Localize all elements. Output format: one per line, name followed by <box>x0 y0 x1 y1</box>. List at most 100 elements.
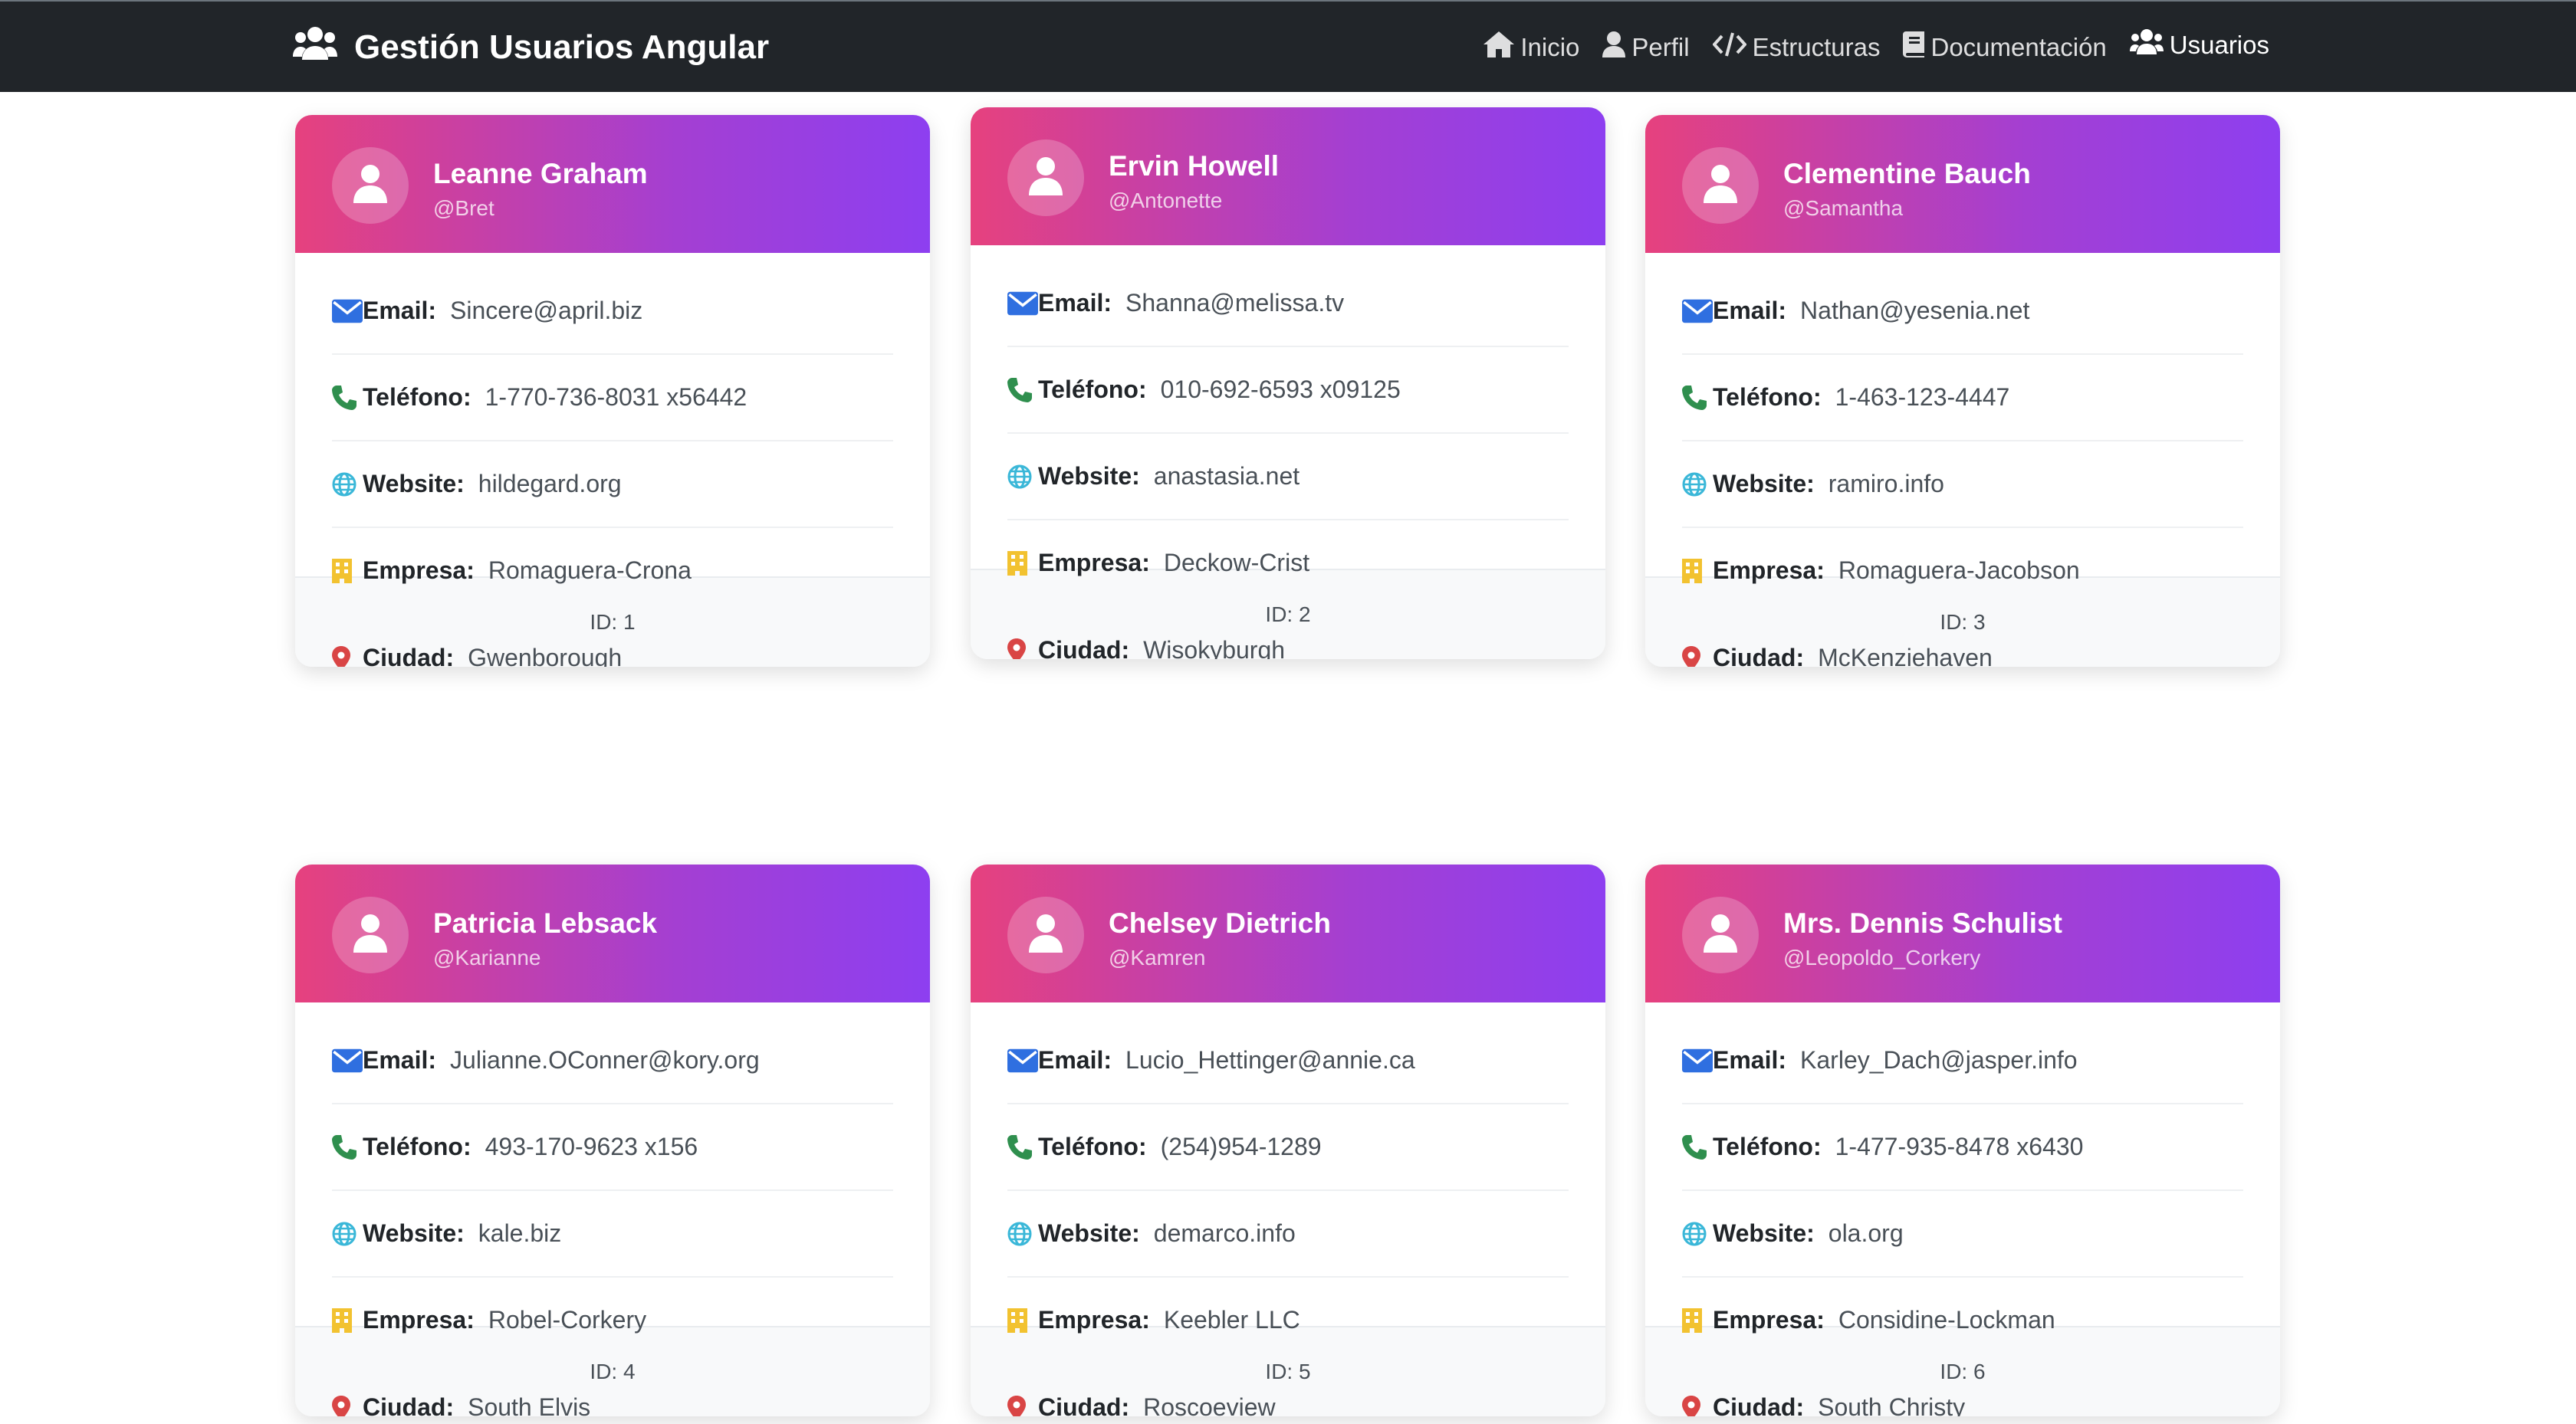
email-value[interactable]: Karley_Dach@jasper.info <box>1800 1046 2078 1075</box>
globe-icon <box>1007 1222 1038 1246</box>
email-label: Email: <box>363 297 437 324</box>
envelope-icon <box>1682 299 1713 323</box>
user-id: ID: 4 <box>590 1360 636 1383</box>
user-icon <box>1029 914 1063 956</box>
user-card: Ervin Howell @Antonette Email: Shanna@me… <box>971 107 1605 659</box>
website-label: Website: <box>1038 1219 1140 1247</box>
email-row: Email: Shanna@melissa.tv <box>1007 261 1569 347</box>
user-card: Mrs. Dennis Schulist @Leopoldo_Corkery E… <box>1645 865 2280 1416</box>
email-label: Email: <box>1038 1046 1112 1074</box>
phone-icon <box>1007 1134 1038 1160</box>
email-label: Email: <box>363 1046 437 1074</box>
phone-icon <box>1007 377 1038 402</box>
phone-value[interactable]: (254)954-1289 <box>1161 1133 1322 1161</box>
brand[interactable]: Gestión Usuarios Angular <box>293 25 769 71</box>
card-body: Email: Lucio_Hettinger@annie.ca Teléfono… <box>971 1002 1605 1416</box>
company-value: Deckow-Crist <box>1163 549 1310 576</box>
card-header: Mrs. Dennis Schulist @Leopoldo_Corkery <box>1645 865 2280 1002</box>
user-name: Chelsey Dietrich <box>1109 907 1331 939</box>
email-label: Email: <box>1713 297 1787 324</box>
card-header: Clementine Bauch @Samantha <box>1645 115 2280 253</box>
building-icon <box>1682 1308 1713 1333</box>
phone-value[interactable]: 1-770-736-8031 x56442 <box>485 383 748 412</box>
user-handle: @Karianne <box>433 946 541 970</box>
card-header: Ervin Howell @Antonette <box>971 107 1605 245</box>
website-value[interactable]: ramiro.info <box>1829 470 1944 498</box>
city-label: Ciudad: <box>1713 644 1805 667</box>
users-icon <box>293 26 337 70</box>
email-value[interactable]: Julianne.OConner@kory.org <box>450 1046 760 1075</box>
map-pin-icon <box>1007 1395 1038 1416</box>
building-icon <box>1007 1308 1038 1333</box>
phone-icon <box>332 1134 363 1160</box>
phone-value[interactable]: 493-170-9623 x156 <box>485 1133 698 1161</box>
phone-value[interactable]: 1-477-935-8478 x6430 <box>1835 1133 2084 1161</box>
avatar <box>1682 147 1759 224</box>
email-value[interactable]: Nathan@yesenia.net <box>1800 297 2029 325</box>
website-label: Website: <box>1713 1219 1815 1247</box>
email-value[interactable]: Sincere@april.biz <box>450 297 642 325</box>
phone-row: Teléfono: 1-477-935-8478 x6430 <box>1682 1104 2243 1191</box>
company-label: Empresa: <box>1713 556 1825 584</box>
nav-link-label: Inicio <box>1520 33 1580 61</box>
nav-link-usuarios[interactable]: Usuarios <box>2129 29 2269 61</box>
user-handle: @Samantha <box>1783 196 1904 220</box>
avatar <box>332 897 409 973</box>
user-icon <box>1602 31 1626 64</box>
map-pin-icon <box>1682 1395 1713 1416</box>
top-navbar: Gestión Usuarios Angular Inicio Perfil E… <box>0 0 2576 92</box>
nav-link-label: Perfil <box>1631 33 1690 61</box>
email-value[interactable]: Lucio_Hettinger@annie.ca <box>1125 1046 1415 1075</box>
map-pin-icon <box>332 1395 363 1416</box>
company-value: Romaguera-Crona <box>488 556 692 584</box>
phone-icon <box>1682 1134 1713 1160</box>
nav-link-perfil[interactable]: Perfil <box>1602 31 1690 64</box>
envelope-icon <box>1007 1048 1038 1073</box>
user-name: Mrs. Dennis Schulist <box>1783 907 2062 939</box>
building-icon <box>1007 550 1038 576</box>
nav-link-estructuras[interactable]: Estructuras <box>1711 31 1880 64</box>
phone-icon <box>332 385 363 410</box>
user-id: ID: 1 <box>590 610 636 634</box>
building-icon <box>332 1308 363 1333</box>
website-label: Website: <box>363 1219 465 1247</box>
user-name: Ervin Howell <box>1109 150 1280 182</box>
email-value[interactable]: Shanna@melissa.tv <box>1125 289 1344 317</box>
website-value[interactable]: anastasia.net <box>1154 462 1300 491</box>
envelope-icon <box>1682 1048 1713 1073</box>
brand-title: Gestión Usuarios Angular <box>354 28 770 66</box>
card-header: Chelsey Dietrich @Kamren <box>971 865 1605 1002</box>
user-handle: @Antonette <box>1109 189 1223 212</box>
avatar <box>1007 139 1084 216</box>
city-value: McKenziehaven <box>1818 644 1993 667</box>
city-value: Roscoeview <box>1143 1393 1276 1416</box>
book-icon <box>1903 31 1925 64</box>
users-icon <box>2129 29 2164 61</box>
company-value: Robel-Corkery <box>488 1306 647 1334</box>
website-value[interactable]: kale.biz <box>478 1219 562 1248</box>
website-row: Website: ola.org <box>1682 1191 2243 1278</box>
user-icon <box>353 164 387 207</box>
company-label: Empresa: <box>1038 549 1150 576</box>
map-pin-icon <box>1682 645 1713 667</box>
globe-icon <box>1682 472 1713 497</box>
phone-value[interactable]: 1-463-123-4447 <box>1835 383 2010 412</box>
website-row: Website: anastasia.net <box>1007 434 1569 520</box>
company-label: Empresa: <box>1038 1306 1150 1334</box>
card-body: Email: Shanna@melissa.tv Teléfono: 010-6… <box>971 245 1605 659</box>
user-handle: @Bret <box>433 196 495 220</box>
phone-row: Teléfono: 1-463-123-4447 <box>1682 355 2243 441</box>
website-value[interactable]: ola.org <box>1829 1219 1904 1248</box>
nav-link-inicio[interactable]: Inicio <box>1484 31 1579 64</box>
nav-link-documentacion[interactable]: Documentación <box>1903 31 2107 64</box>
phone-row: Teléfono: 493-170-9623 x156 <box>332 1104 893 1191</box>
code-icon <box>1711 31 1747 64</box>
website-value[interactable]: hildegard.org <box>478 470 622 498</box>
phone-value[interactable]: 010-692-6593 x09125 <box>1161 376 1401 404</box>
website-row: Website: hildegard.org <box>332 441 893 528</box>
phone-row: Teléfono: 010-692-6593 x09125 <box>1007 347 1569 434</box>
city-label: Ciudad: <box>363 1393 455 1416</box>
user-icon <box>1704 914 1737 956</box>
company-value: Keebler LLC <box>1163 1306 1300 1334</box>
website-value[interactable]: demarco.info <box>1154 1219 1296 1248</box>
